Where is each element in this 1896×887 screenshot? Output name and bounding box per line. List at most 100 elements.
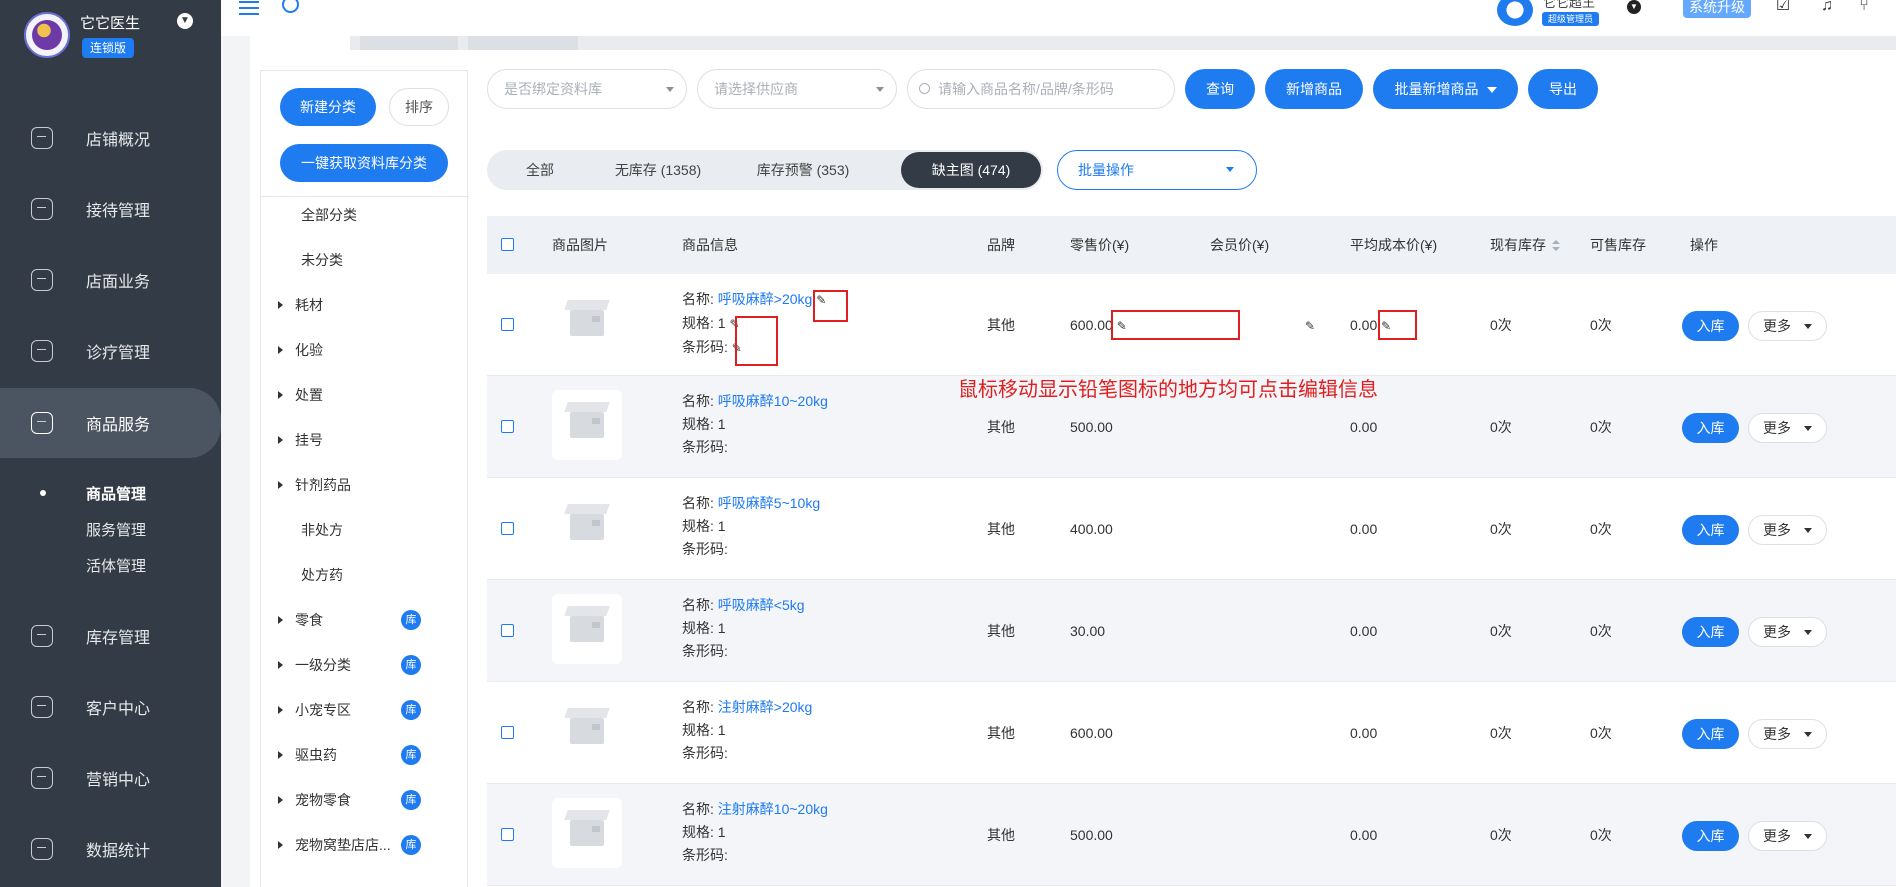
add-product-button[interactable]: 新增商品 <box>1265 69 1363 109</box>
caret-right-icon[interactable] <box>278 661 283 669</box>
product-name-link[interactable]: 呼吸麻醉>20kg <box>718 291 813 307</box>
caret-right-icon[interactable] <box>278 841 283 849</box>
refresh-icon[interactable] <box>282 0 299 13</box>
upgrade-button[interactable]: 系统升级 <box>1683 0 1751 18</box>
product-image-placeholder[interactable] <box>552 594 622 664</box>
row-checkbox[interactable] <box>501 726 514 739</box>
caret-right-icon[interactable] <box>278 436 283 444</box>
product-image-placeholder[interactable] <box>552 390 622 460</box>
category-item[interactable]: 非处方 <box>261 515 469 545</box>
nav-item-marketing[interactable]: 营销中心 <box>0 753 221 803</box>
caret-right-icon[interactable] <box>278 391 283 399</box>
fetch-library-categories-button[interactable]: 一键获取资料库分类 <box>280 144 448 182</box>
search-input[interactable]: 请输入商品名称/品牌/条形码 <box>907 69 1175 109</box>
product-name-link[interactable]: 呼吸麻醉<5kg <box>718 597 805 613</box>
product-name-link[interactable]: 注射麻醉10~20kg <box>718 801 828 817</box>
chevron-down-icon[interactable]: ▼ <box>177 13 193 29</box>
stock-in-button[interactable]: 入库 <box>1682 413 1739 443</box>
subnav-live-management[interactable]: 活体管理 <box>0 550 221 580</box>
tab-all[interactable]: 全部 <box>487 150 593 190</box>
sort-button[interactable]: 排序 <box>389 88 449 126</box>
nav-item-clinic[interactable]: 诊疗管理 <box>0 326 221 376</box>
category-item[interactable]: 零食库 <box>261 605 469 635</box>
row-checkbox[interactable] <box>501 828 514 841</box>
page-tab[interactable] <box>250 36 350 50</box>
chevron-down-icon[interactable]: ▼ <box>1627 0 1641 14</box>
more-button[interactable]: 更多 <box>1748 311 1827 341</box>
category-item[interactable]: 驱虫药库 <box>261 740 469 770</box>
product-image-placeholder[interactable] <box>552 492 622 562</box>
pencil-icon[interactable]: ✎ <box>1305 275 1315 377</box>
row-checkbox[interactable] <box>501 624 514 637</box>
category-item[interactable]: 处置 <box>261 380 469 410</box>
more-button[interactable]: 更多 <box>1748 617 1827 647</box>
library-binding-select[interactable]: 是否绑定资料库 <box>487 69 687 109</box>
supplier-select[interactable]: 请选择供应商 <box>697 69 897 109</box>
caret-right-icon[interactable] <box>278 796 283 804</box>
category-item[interactable]: 宠物零食库 <box>261 785 469 815</box>
product-image-placeholder[interactable] <box>552 288 622 358</box>
subnav-service-management[interactable]: 服务管理 <box>0 514 221 544</box>
row-checkbox[interactable] <box>501 522 514 535</box>
product-image-placeholder[interactable] <box>552 696 622 766</box>
category-item[interactable]: 挂号 <box>261 425 469 455</box>
nav-item-inventory[interactable]: 库存管理 <box>0 611 221 661</box>
caret-right-icon[interactable] <box>278 301 283 309</box>
subnav-product-management[interactable]: 商品管理 <box>0 478 221 508</box>
nav-item-products[interactable]: 商品服务 <box>0 388 221 458</box>
brand[interactable]: 它它医生 连锁版 ▼ <box>24 8 204 64</box>
category-item[interactable]: 化验 <box>261 335 469 365</box>
tab-no-stock[interactable]: 无库存 (1358) <box>593 150 723 190</box>
caret-right-icon[interactable] <box>278 616 283 624</box>
bell-icon[interactable]: ♫ <box>1817 0 1837 16</box>
tab-missing-image[interactable]: 缺主图 (474) <box>901 152 1041 188</box>
caret-right-icon[interactable] <box>278 346 283 354</box>
batch-operations-select[interactable]: 批量操作 <box>1057 150 1257 190</box>
product-name-link[interactable]: 呼吸麻醉10~20kg <box>718 393 828 409</box>
product-name-link[interactable]: 注射麻醉>20kg <box>718 699 813 715</box>
menu-icon[interactable] <box>239 1 259 15</box>
page-tab[interactable] <box>360 36 458 50</box>
nav-item-customers[interactable]: 客户中心 <box>0 682 221 732</box>
query-button[interactable]: 查询 <box>1185 69 1255 109</box>
stock-in-button[interactable]: 入库 <box>1682 617 1739 647</box>
batch-add-product-button[interactable]: 批量新增商品 <box>1373 69 1518 109</box>
category-item[interactable]: 小宠专区库 <box>261 695 469 725</box>
export-button[interactable]: 导出 <box>1528 69 1598 109</box>
category-item[interactable]: 处方药 <box>261 560 469 590</box>
row-checkbox[interactable] <box>501 420 514 433</box>
calendar-check-icon[interactable]: ☑ <box>1773 0 1793 16</box>
caret-right-icon[interactable] <box>278 706 283 714</box>
stock-in-button[interactable]: 入库 <box>1682 821 1739 851</box>
select-all-checkbox[interactable] <box>501 238 514 251</box>
category-item[interactable]: 耗材 <box>261 290 469 320</box>
category-item[interactable]: 一级分类库 <box>261 650 469 680</box>
product-name-link[interactable]: 呼吸麻醉5~10kg <box>718 495 820 511</box>
col-stock[interactable]: 现有库存 <box>1490 216 1560 274</box>
product-image-placeholder[interactable] <box>552 798 622 868</box>
nav-item-reception[interactable]: 接待管理 <box>0 184 221 234</box>
stock-in-button[interactable]: 入库 <box>1682 311 1739 341</box>
branch-icon[interactable]: ⑂ <box>1854 0 1874 16</box>
category-item[interactable]: 全部分类 <box>261 200 469 230</box>
caret-right-icon[interactable] <box>278 751 283 759</box>
avatar[interactable] <box>1497 0 1533 26</box>
tab-stock-warning[interactable]: 库存预警 (353) <box>723 150 883 190</box>
category-item[interactable]: 针剂药品 <box>261 470 469 500</box>
category-item[interactable]: 未分类 <box>261 245 469 275</box>
page-tab[interactable] <box>468 36 578 50</box>
nav-item-storefront[interactable]: 店面业务 <box>0 255 221 305</box>
nav-item-statistics[interactable]: 数据统计 <box>0 824 221 874</box>
category-item[interactable]: 宠物窝垫店店... 库 <box>261 830 469 860</box>
more-button[interactable]: 更多 <box>1748 719 1827 749</box>
sort-icon[interactable] <box>1552 240 1560 252</box>
more-button[interactable]: 更多 <box>1748 413 1827 443</box>
row-checkbox[interactable] <box>501 318 514 331</box>
caret-right-icon[interactable] <box>278 481 283 489</box>
new-category-button[interactable]: 新建分类 <box>280 88 376 126</box>
nav-item-overview[interactable]: 店铺概况 <box>0 113 221 163</box>
stock-in-button[interactable]: 入库 <box>1682 515 1739 545</box>
more-button[interactable]: 更多 <box>1748 515 1827 545</box>
stock-in-button[interactable]: 入库 <box>1682 719 1739 749</box>
more-button[interactable]: 更多 <box>1748 821 1827 851</box>
